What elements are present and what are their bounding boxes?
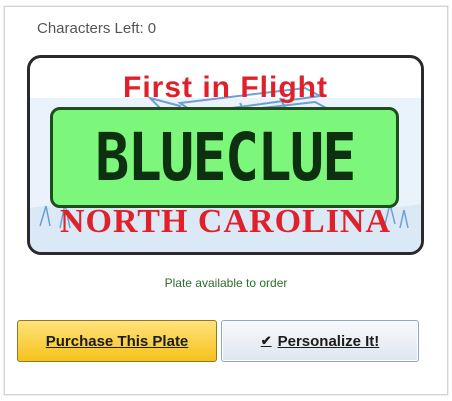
characters-left-label: Characters Left: [37,20,144,37]
plate-number-overlay: BLUECLUE [50,107,399,208]
characters-left: Characters Left: 0 [37,20,156,37]
purchase-plate-button[interactable]: Purchase This Plate [17,320,217,362]
personalize-button[interactable]: ✔ Personalize It! [221,320,419,362]
plate-slogan: First in Flight [123,71,328,104]
availability-status: Plate available to order [164,276,288,290]
personalize-label: Personalize It! [277,332,380,350]
license-plate-preview: First in Flight NORTH CAROLINA BLUECLUE [27,55,424,255]
characters-left-count: 0 [147,20,157,37]
check-icon: ✔ [260,333,272,348]
plate-number: BLUECLUE [94,119,356,196]
purchase-plate-label: Purchase This Plate [45,332,189,350]
plate-state-name: NORTH CAROLINA [59,203,392,240]
